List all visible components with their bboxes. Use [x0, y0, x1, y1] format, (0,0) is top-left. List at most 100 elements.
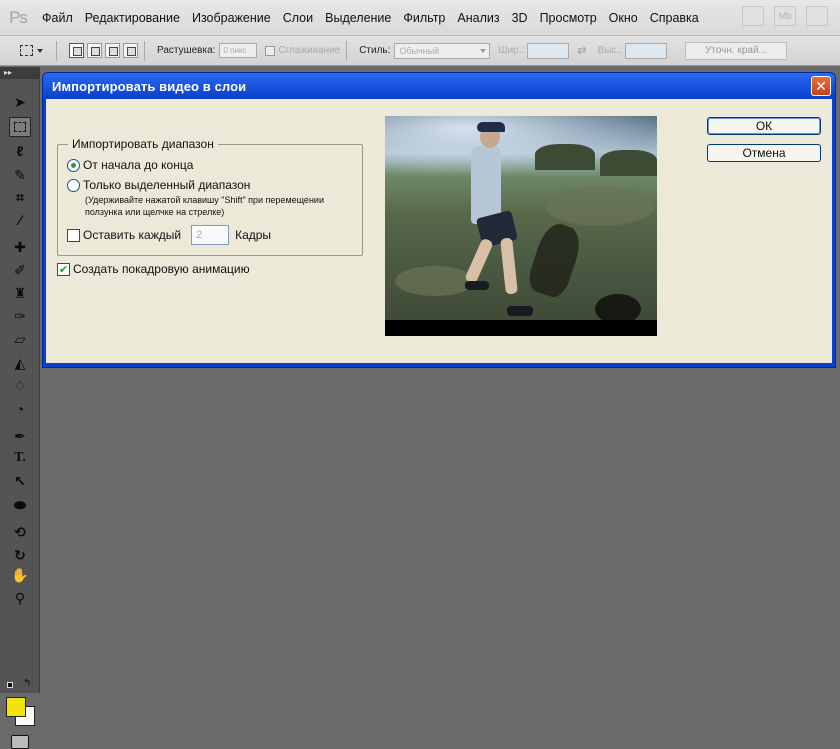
dodge-tool-icon[interactable]: ◔	[9, 399, 31, 419]
marquee-icon	[20, 45, 33, 56]
dialog-titlebar[interactable]: Импортировать видео в слои ✕	[43, 73, 835, 99]
width-input[interactable]	[527, 42, 570, 59]
paint-bucket-tool-icon[interactable]: ◭	[9, 353, 31, 373]
make-animation-label: Создать покадровую анимацию	[73, 262, 250, 276]
3d-rotate-tool-icon[interactable]: ⟲	[9, 522, 31, 542]
video-preview	[385, 116, 657, 336]
feather-input[interactable]: 0 пикс	[219, 43, 258, 58]
width-label: Шир.:	[498, 45, 525, 56]
default-colors-icon[interactable]	[7, 682, 13, 688]
make-animation-checkbox[interactable]: ✔	[57, 262, 70, 276]
tools-panel: ▸▸ ➤ ℓ ✎ ⌗ ⁄ ✚ ✐ ♜ ✑ ▱ ◭ ♢ ◔ ✒ T. ↖ ⬬ ⟲ …	[0, 67, 40, 749]
keep-every-checkbox[interactable]	[67, 228, 80, 242]
style-label: Стиль:	[359, 45, 391, 56]
height-input[interactable]	[624, 42, 667, 59]
subtract-selection-button[interactable]	[105, 43, 120, 58]
close-icon: ✕	[815, 77, 827, 94]
menu-layer[interactable]: Слои	[277, 11, 319, 25]
menu-image[interactable]: Изображение	[186, 11, 277, 25]
range-selected-radio[interactable]	[67, 178, 80, 192]
menu-window[interactable]: Окно	[603, 11, 644, 25]
menu-analysis[interactable]: Анализ	[451, 11, 505, 25]
menu-3d[interactable]: 3D	[506, 11, 534, 25]
dialog-title: Импортировать видео в слои	[52, 78, 247, 94]
pen-tool-icon[interactable]: ✒	[9, 426, 31, 446]
blur-tool-icon[interactable]: ♢	[9, 376, 31, 396]
swap-colors-icon[interactable]: ↰	[23, 678, 31, 689]
range-all-label: От начала до конца	[83, 158, 194, 172]
style-select-value: Обычный	[399, 45, 440, 56]
clone-stamp-tool-icon[interactable]: ♜	[9, 283, 31, 303]
menu-filter[interactable]: Фильтр	[397, 11, 451, 25]
chevron-down-icon	[37, 48, 43, 53]
eraser-tool-icon[interactable]: ▱	[9, 329, 31, 349]
antialias-label: Сглаживание	[278, 45, 341, 56]
ok-button[interactable]: ОК	[707, 117, 821, 135]
style-select[interactable]: Обычный	[394, 42, 491, 59]
range-selected-label: Только выделенный диапазон	[83, 178, 251, 192]
foreground-color-swatch[interactable]	[6, 697, 26, 717]
screen-mode-button[interactable]	[806, 6, 828, 26]
antialias-checkbox[interactable]	[265, 45, 276, 56]
lasso-tool-icon[interactable]: ℓ	[9, 141, 31, 161]
toolbar-collapse-icon[interactable]: ▸▸	[0, 67, 39, 79]
menu-select[interactable]: Выделение	[319, 11, 397, 25]
move-tool-icon[interactable]: ➤	[9, 92, 31, 112]
quick-mask-icon[interactable]	[11, 735, 29, 749]
brush-tool-icon[interactable]: ✐	[9, 260, 31, 280]
video-frame-image	[385, 116, 657, 324]
menu-file[interactable]: Файл	[36, 11, 79, 25]
quick-selection-tool-icon[interactable]: ✎	[9, 165, 31, 185]
range-all-radio-row[interactable]: От начала до конца	[67, 158, 193, 172]
range-selected-radio-row[interactable]: Только выделенный диапазон	[67, 178, 250, 192]
type-tool-icon[interactable]: T.	[9, 448, 31, 468]
path-selection-tool-icon[interactable]: ↖	[9, 471, 31, 491]
keep-every-label: Оставить каждый	[83, 228, 182, 242]
divider	[346, 40, 348, 61]
add-selection-button[interactable]	[87, 43, 102, 58]
options-bar: Растушевка: 0 пикс Сглаживание Стиль: Об…	[0, 36, 840, 66]
checkmark-icon: ✔	[58, 263, 69, 276]
ellipse-tool-icon[interactable]: ⬬	[9, 495, 31, 515]
rectangular-marquee-tool-icon[interactable]	[9, 117, 31, 137]
crop-tool-icon[interactable]: ⌗	[9, 187, 31, 207]
keep-every-input[interactable]: 2	[191, 225, 230, 245]
divider	[56, 40, 57, 61]
feather-label: Растушевка:	[157, 45, 216, 56]
keep-every-row: Оставить каждый 2 Кадры	[67, 225, 271, 245]
3d-orbit-tool-icon[interactable]: ↻	[9, 545, 31, 565]
mini-bridge-button[interactable]: Mb	[774, 6, 796, 26]
import-range-group: Импортировать диапазон От начала до конц…	[57, 137, 363, 256]
chevron-down-icon	[480, 48, 487, 53]
tool-preset-picker[interactable]	[20, 41, 50, 61]
refine-edge-button[interactable]: Уточн. край...	[684, 41, 787, 60]
zoom-tool-icon[interactable]: ⚲	[9, 588, 31, 608]
height-label: Выс.:	[597, 45, 622, 56]
cancel-button[interactable]: Отмена	[707, 144, 821, 162]
make-animation-row[interactable]: ✔ Создать покадровую анимацию	[57, 262, 250, 276]
eyedropper-tool-icon[interactable]: ⁄	[9, 210, 31, 230]
preview-letterbox	[385, 320, 657, 336]
intersect-selection-button[interactable]	[123, 43, 138, 58]
menu-right-buttons: Mb	[742, 6, 840, 26]
menu-help[interactable]: Справка	[644, 11, 705, 25]
selection-modes	[69, 43, 138, 58]
spot-healing-tool-icon[interactable]: ✚	[9, 237, 31, 257]
divider	[144, 40, 145, 61]
menu-view[interactable]: Просмотр	[534, 11, 603, 25]
photoshop-logo: Ps	[9, 7, 28, 27]
menu-bar: Ps Файл Редактирование Изображение Слои …	[0, 0, 840, 36]
menu-edit[interactable]: Редактирование	[79, 11, 186, 25]
dialog-body: Импортировать диапазон От начала до конц…	[46, 99, 832, 363]
new-selection-button[interactable]	[69, 43, 84, 58]
swap-icon[interactable]: ⇄	[577, 44, 586, 57]
bridge-button[interactable]	[742, 6, 764, 26]
import-range-label: Импортировать диапазон	[68, 137, 218, 151]
range-all-radio[interactable]	[67, 158, 80, 172]
history-brush-tool-icon[interactable]: ✑	[9, 306, 31, 326]
frames-label: Кадры	[235, 228, 272, 242]
hand-tool-icon[interactable]: ✋	[9, 565, 31, 585]
import-video-dialog: Импортировать видео в слои ✕ Импортирова…	[42, 72, 836, 368]
close-button[interactable]: ✕	[811, 76, 831, 96]
shift-hint-text: (Удерживайте нажатой клавишу "Shift" при…	[85, 195, 324, 217]
